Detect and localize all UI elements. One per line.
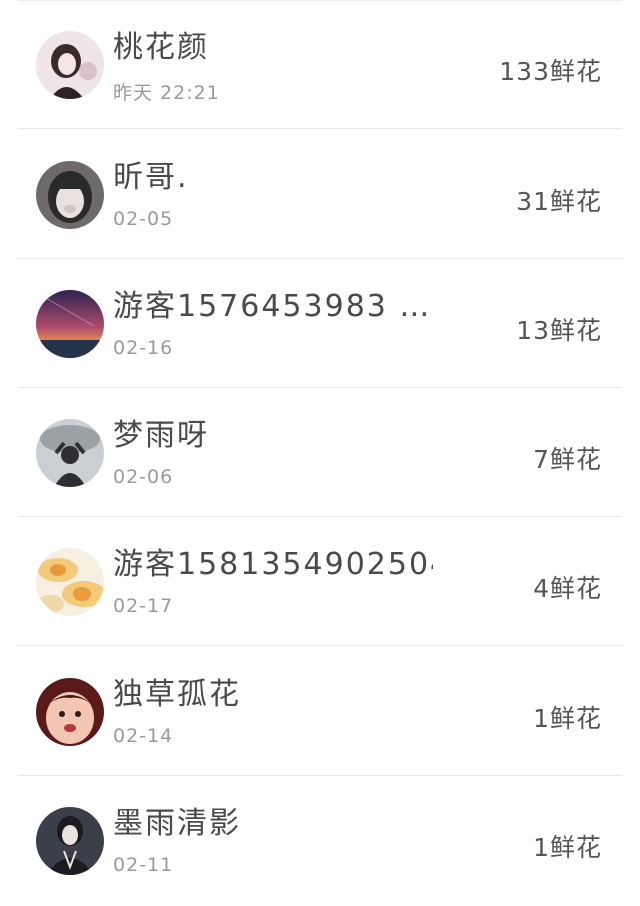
avatar[interactable] — [36, 548, 104, 616]
flower-count: 1鲜花 — [533, 704, 602, 733]
avatar[interactable] — [36, 807, 104, 875]
list-item[interactable]: 独草孤花 02-14 1鲜花 — [0, 647, 640, 776]
avatar-image — [36, 678, 104, 746]
user-name: 墨雨清影 — [113, 806, 241, 841]
timestamp: 02-05 — [113, 208, 174, 230]
avatar-image — [36, 161, 104, 229]
avatar-image — [36, 290, 104, 358]
user-name: 游客1576453983 … — [113, 289, 432, 324]
timestamp: 昨天 22:21 — [113, 82, 220, 104]
avatar-image — [36, 31, 104, 99]
user-name: 桃花颜 — [113, 30, 209, 65]
flower-count: 133鲜花 — [499, 57, 602, 86]
user-name: 梦雨呀 — [113, 418, 209, 453]
divider — [18, 645, 622, 646]
timestamp: 02-06 — [113, 466, 174, 488]
user-name: 游客1581354902504 — [113, 547, 433, 582]
list-item[interactable]: 墨雨清影 02-11 1鲜花 — [0, 776, 640, 905]
avatar[interactable] — [36, 678, 104, 746]
user-name: 昕哥. — [113, 160, 189, 195]
flower-count: 7鲜花 — [533, 445, 602, 474]
avatar[interactable] — [36, 419, 104, 487]
avatar-image — [36, 419, 104, 487]
avatar-image — [36, 548, 104, 616]
user-name: 独草孤花 — [113, 677, 241, 712]
list-item[interactable]: 昕哥. 02-05 31鲜花 — [0, 130, 640, 259]
flower-count: 1鲜花 — [533, 833, 602, 862]
timestamp: 02-17 — [113, 595, 174, 617]
list-item[interactable]: 梦雨呀 02-06 7鲜花 — [0, 388, 640, 517]
timestamp: 02-11 — [113, 854, 174, 876]
flower-count: 13鲜花 — [516, 316, 602, 345]
flower-count: 4鲜花 — [533, 574, 602, 603]
list-item[interactable]: 游客1576453983 … 02-16 13鲜花 — [0, 259, 640, 388]
avatar[interactable] — [36, 161, 104, 229]
timestamp: 02-14 — [113, 725, 174, 747]
timestamp: 02-16 — [113, 337, 174, 359]
flower-count: 31鲜花 — [516, 187, 602, 216]
avatar[interactable] — [36, 290, 104, 358]
flower-ranking-list: 桃花颜 昨天 22:21 133鲜花 昕哥. 02-05 31鲜花 游客1576… — [0, 0, 640, 906]
list-item[interactable]: 桃花颜 昨天 22:21 133鲜花 — [0, 0, 640, 129]
avatar-image — [36, 807, 104, 875]
divider — [18, 128, 622, 129]
list-item[interactable]: 游客1581354902504 02-17 4鲜花 — [0, 517, 640, 646]
avatar[interactable] — [36, 31, 104, 99]
